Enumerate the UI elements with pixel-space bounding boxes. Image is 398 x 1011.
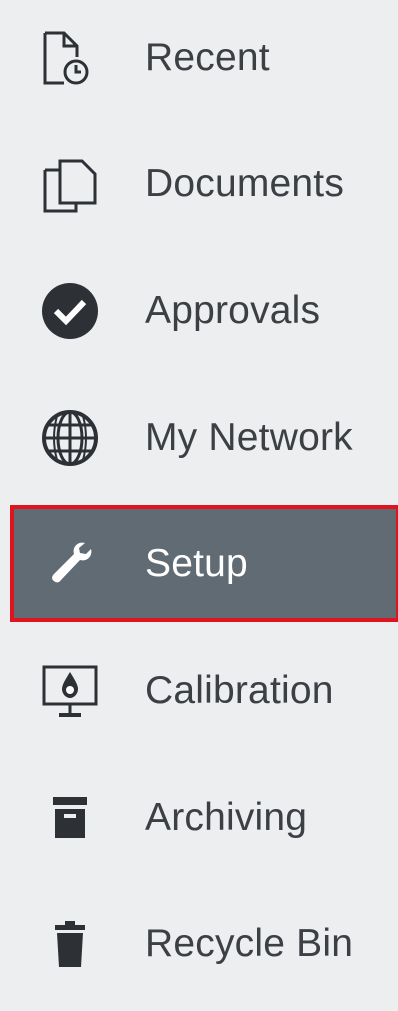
sidebar-item-documents[interactable]: Documents	[0, 128, 398, 240]
sidebar-item-label: Documents	[145, 162, 345, 205]
sidebar-nav: Recent Documents Approvals My Network Se…	[0, 0, 398, 1011]
archive-box-icon	[40, 788, 100, 848]
sidebar-item-label: Archiving	[145, 796, 308, 839]
sidebar-item-label: Setup	[145, 541, 248, 585]
check-circle-icon	[40, 281, 100, 341]
documents-icon	[40, 154, 100, 214]
sidebar-item-label: Calibration	[145, 669, 334, 712]
sidebar-item-my-network[interactable]: My Network	[0, 382, 398, 494]
sidebar-item-recycle-bin[interactable]: Recycle Bin	[0, 888, 398, 1000]
sidebar-item-label: Recent	[145, 36, 270, 79]
wrench-icon	[40, 534, 100, 594]
sidebar-item-archiving[interactable]: Archiving	[0, 762, 398, 874]
sidebar-item-label: Recycle Bin	[145, 922, 354, 965]
sidebar-item-recent[interactable]: Recent	[0, 2, 398, 114]
sidebar-item-label: My Network	[145, 416, 353, 459]
recent-document-clock-icon	[40, 28, 100, 88]
sidebar-item-label: Approvals	[145, 289, 321, 332]
monitor-calibration-icon	[40, 661, 100, 721]
sidebar-item-setup[interactable]: Setup	[10, 505, 398, 622]
sidebar-item-approvals[interactable]: Approvals	[0, 255, 398, 367]
trash-icon	[40, 914, 100, 974]
sidebar-item-calibration[interactable]: Calibration	[0, 635, 398, 747]
globe-icon	[40, 408, 100, 468]
